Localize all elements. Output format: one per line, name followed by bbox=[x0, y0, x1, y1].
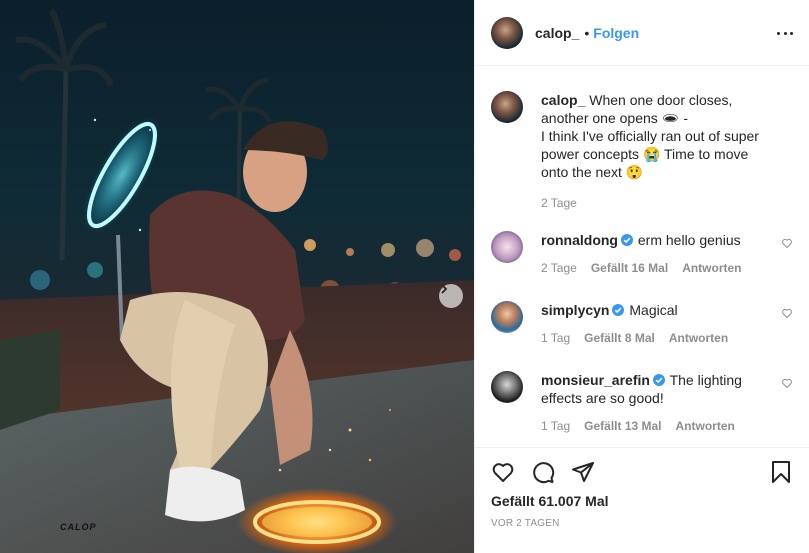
comment-body: erm hello genius bbox=[637, 232, 741, 248]
like-comment-heart-icon[interactable] bbox=[781, 307, 793, 319]
comment-username[interactable]: simplycyn bbox=[541, 302, 609, 318]
comment-meta: 1 Tag Gefällt 8 Mal Antworten bbox=[541, 331, 771, 345]
next-image-button[interactable] bbox=[439, 284, 463, 308]
comment-time[interactable]: 1 Tag bbox=[541, 419, 570, 433]
comment-username[interactable]: monsieur_arefin bbox=[541, 372, 650, 388]
author-avatar[interactable] bbox=[491, 16, 523, 49]
comment-bubble-icon[interactable] bbox=[531, 460, 555, 484]
comment-ronnaldong: ronnaldong erm hello genius 2 Tage Gefäl… bbox=[491, 231, 793, 275]
photo-illustration bbox=[0, 8, 474, 553]
caption-text: calop_ When one door closes, another one… bbox=[541, 91, 771, 181]
instagram-post-modal: CALOP calop_ • Folgen calop_ When one do… bbox=[0, 0, 809, 553]
reply-button[interactable]: Antworten bbox=[676, 419, 735, 433]
photo-watermark: CALOP bbox=[60, 522, 97, 532]
comment-time[interactable]: 1 Tag bbox=[541, 331, 570, 345]
like-heart-icon[interactable] bbox=[491, 460, 515, 484]
caption-meta: 2 Tage bbox=[541, 196, 771, 210]
verified-badge-icon bbox=[652, 374, 665, 386]
post-header: calop_ • Folgen bbox=[475, 0, 809, 66]
comment-meta: 1 Tag Gefällt 13 Mal Antworten bbox=[541, 419, 771, 433]
follow-button[interactable]: Folgen bbox=[593, 25, 639, 41]
caption-username[interactable]: calop_ bbox=[541, 92, 585, 108]
caption-time[interactable]: 2 Tage bbox=[541, 196, 577, 210]
comment-body: Magical bbox=[629, 302, 678, 318]
caption-line-2: I think I've officially ran out of super… bbox=[541, 128, 759, 180]
commenter-avatar[interactable] bbox=[491, 371, 523, 403]
comment-text: simplycyn Magical bbox=[541, 301, 771, 319]
header-separator: • bbox=[584, 24, 590, 41]
like-comment-heart-icon[interactable] bbox=[781, 237, 793, 249]
reply-button[interactable]: Antworten bbox=[682, 261, 741, 275]
share-paper-plane-icon[interactable] bbox=[571, 460, 595, 484]
comment-monsieur-arefin: monsieur_arefin The lighting effects are… bbox=[491, 371, 793, 433]
more-options-icon[interactable] bbox=[777, 25, 793, 41]
comment-meta: 2 Tage Gefällt 16 Mal Antworten bbox=[541, 261, 771, 275]
post-age[interactable]: VOR 2 TAGEN bbox=[491, 518, 560, 529]
commenter-avatar[interactable] bbox=[491, 231, 523, 263]
comments-list[interactable]: calop_ When one door closes, another one… bbox=[475, 67, 809, 447]
comment-text: monsieur_arefin The lighting effects are… bbox=[541, 371, 771, 407]
commenter-avatar[interactable] bbox=[491, 301, 523, 333]
chevron-right-icon bbox=[441, 284, 448, 294]
reply-button[interactable]: Antworten bbox=[669, 331, 728, 345]
post-actions: Gefällt 61.007 Mal VOR 2 TAGEN bbox=[475, 447, 809, 553]
comment-like-count[interactable]: Gefällt 16 Mal bbox=[591, 261, 668, 275]
comment-time[interactable]: 2 Tage bbox=[541, 261, 577, 275]
comment-text: ronnaldong erm hello genius bbox=[541, 231, 771, 249]
verified-badge-icon bbox=[621, 234, 633, 246]
post-photo[interactable]: CALOP bbox=[0, 0, 474, 553]
caption-author-avatar[interactable] bbox=[491, 91, 523, 123]
like-comment-heart-icon[interactable] bbox=[781, 377, 793, 389]
save-bookmark-icon[interactable] bbox=[769, 460, 793, 484]
comment-simplycyn: simplycyn Magical 1 Tag Gefällt 8 Mal An… bbox=[491, 301, 793, 345]
comment-username[interactable]: ronnaldong bbox=[541, 232, 618, 248]
comment-like-count[interactable]: Gefällt 13 Mal bbox=[584, 419, 661, 433]
author-username[interactable]: calop_ bbox=[535, 25, 579, 41]
post-like-count[interactable]: Gefällt 61.007 Mal bbox=[491, 493, 609, 509]
comment-like-count[interactable]: Gefällt 8 Mal bbox=[584, 331, 655, 345]
post-side-panel: calop_ • Folgen calop_ When one door clo… bbox=[474, 0, 809, 553]
verified-badge-icon bbox=[612, 304, 625, 316]
caption: calop_ When one door closes, another one… bbox=[491, 91, 793, 210]
